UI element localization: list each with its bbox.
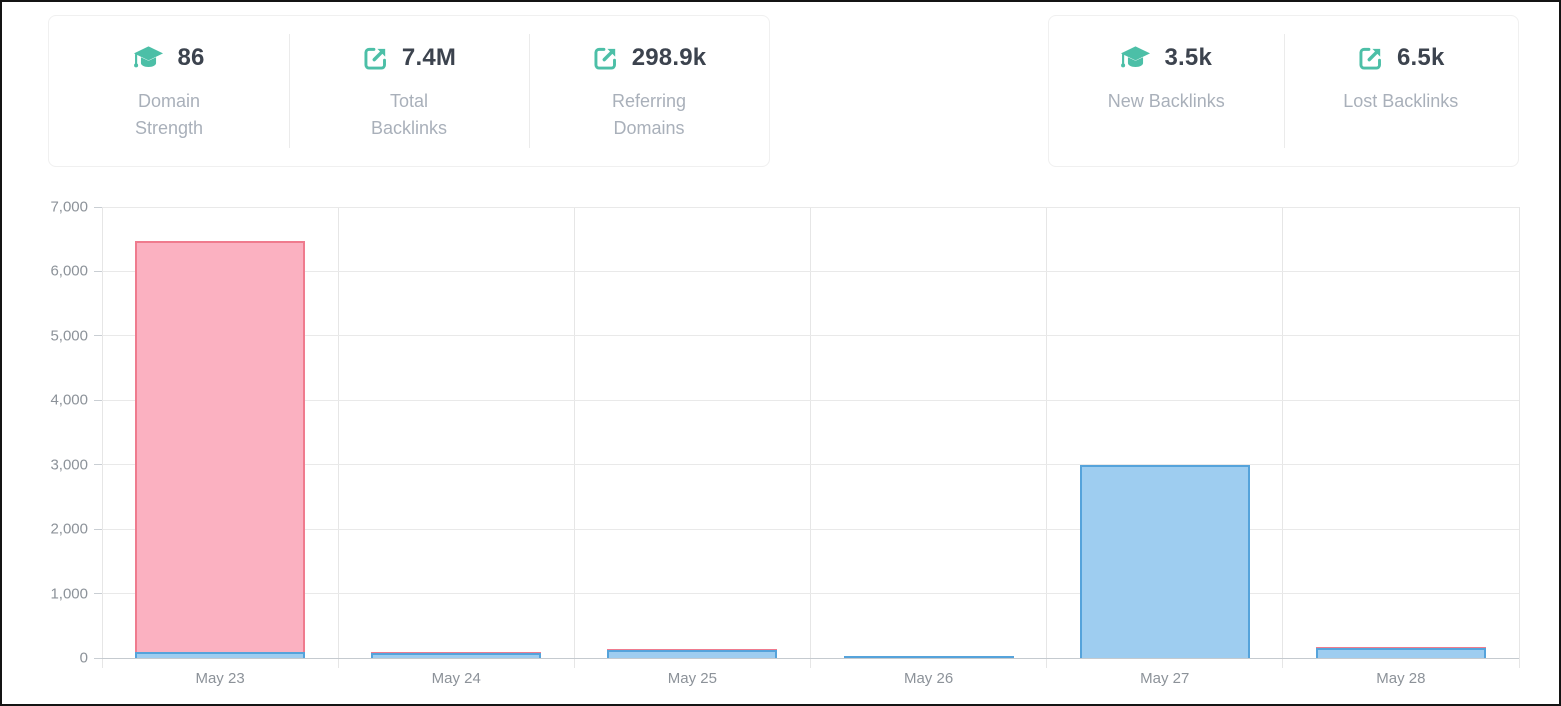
x-axis-label: May 28 (1283, 670, 1519, 687)
chart-horizontal-gridline (102, 271, 1519, 272)
backlinks-dashboard: 86 Domain Strength 7.4M Total Backlinks (0, 0, 1561, 706)
chart-vertical-gridline (574, 207, 575, 668)
x-axis-label: May 25 (574, 670, 810, 687)
chart-horizontal-gridline (102, 335, 1519, 336)
chart-vertical-gridline (1519, 207, 1520, 668)
backlinks-bar-chart: 01,0002,0003,0004,0005,0006,0007,000May … (102, 207, 1519, 658)
chart-vertical-gridline (1282, 207, 1283, 668)
y-axis-label: 2,000 (18, 521, 88, 538)
y-axis-label: 4,000 (18, 392, 88, 409)
stat-value: 298.9k (632, 44, 707, 72)
stat-referring-domains: 298.9k Referring Domains (529, 16, 769, 166)
y-axis-tick (94, 593, 102, 594)
new-backlinks-bar-may-26[interactable] (844, 656, 1014, 659)
stat-label: New Backlinks (1108, 88, 1225, 115)
y-axis-tick (94, 207, 102, 208)
stat-value: 86 (177, 44, 204, 72)
y-axis-tick (94, 271, 102, 272)
y-axis-tick (94, 658, 102, 659)
stat-total-backlinks: 7.4M Total Backlinks (289, 16, 529, 166)
chart-horizontal-gridline (102, 658, 1519, 659)
stat-value: 7.4M (402, 44, 456, 72)
chart-vertical-gridline (102, 207, 103, 668)
new-backlinks-bar-may-25[interactable] (607, 650, 777, 658)
new-backlinks-bar-may-27[interactable] (1080, 465, 1250, 658)
external-link-icon (592, 45, 619, 72)
y-axis-label: 3,000 (18, 456, 88, 473)
y-axis-label: 1,000 (18, 585, 88, 602)
x-axis-label: May 26 (811, 670, 1047, 687)
y-axis-tick (94, 464, 102, 465)
graduation-cap-icon (133, 45, 164, 71)
overview-stats-card: 86 Domain Strength 7.4M Total Backlinks (48, 15, 770, 167)
stat-lost-backlinks: 6.5k Lost Backlinks (1284, 16, 1519, 166)
y-axis-tick (94, 335, 102, 336)
stat-value: 3.5k (1164, 44, 1212, 72)
stat-value: 6.5k (1397, 44, 1445, 72)
chart-vertical-gridline (338, 207, 339, 668)
y-axis-label: 5,000 (18, 327, 88, 344)
x-axis-label: May 27 (1047, 670, 1283, 687)
stat-domain-strength: 86 Domain Strength (49, 16, 289, 166)
lost-backlinks-bar-may-23[interactable] (135, 241, 305, 658)
new-backlinks-bar-may-24[interactable] (371, 653, 541, 658)
external-link-icon (1357, 45, 1384, 72)
new-lost-stats-card: 3.5k New Backlinks 6.5k Lost Backlinks (1048, 15, 1519, 167)
chart-horizontal-gridline (102, 593, 1519, 594)
external-link-icon (362, 45, 389, 72)
stat-value-row: 3.5k (1120, 40, 1212, 76)
new-backlinks-bar-may-28[interactable] (1316, 648, 1486, 658)
chart-vertical-gridline (810, 207, 811, 668)
stat-new-backlinks: 3.5k New Backlinks (1049, 16, 1284, 166)
stat-value-row: 298.9k (592, 40, 707, 76)
y-axis-label: 6,000 (18, 263, 88, 280)
stat-value-row: 86 (133, 40, 204, 76)
y-axis-label: 0 (18, 650, 88, 667)
stat-value-row: 7.4M (362, 40, 456, 76)
new-backlinks-bar-may-23[interactable] (135, 652, 305, 658)
y-axis-tick (94, 400, 102, 401)
x-axis-label: May 24 (338, 670, 574, 687)
chart-horizontal-gridline (102, 207, 1519, 208)
x-axis-label: May 23 (102, 670, 338, 687)
y-axis-tick (94, 529, 102, 530)
stat-label: Domain Strength (110, 88, 228, 142)
chart-horizontal-gridline (102, 400, 1519, 401)
chart-horizontal-gridline (102, 529, 1519, 530)
graduation-cap-icon (1120, 45, 1151, 71)
stat-value-row: 6.5k (1357, 40, 1445, 76)
y-axis-label: 7,000 (18, 199, 88, 216)
stat-label: Referring Domains (590, 88, 708, 142)
chart-horizontal-gridline (102, 464, 1519, 465)
chart-vertical-gridline (1046, 207, 1047, 668)
stat-label: Lost Backlinks (1343, 88, 1458, 115)
stat-label: Total Backlinks (350, 88, 468, 142)
